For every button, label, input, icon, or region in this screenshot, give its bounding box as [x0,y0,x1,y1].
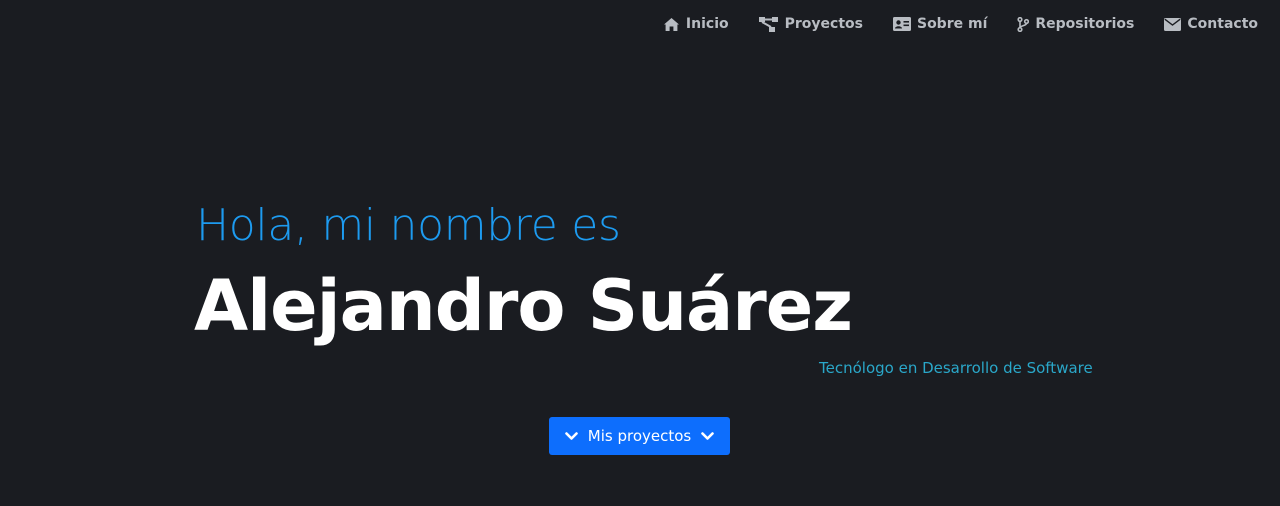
hero-subtitle: Tecnólogo en Desarrollo de Software [819,359,1093,377]
hero-greeting: Hola, mi nombre es [196,200,621,251]
nav-item-sobre-mi[interactable]: Sobre mí [892,16,988,32]
id-card-icon [892,17,911,31]
chevron-down-icon [564,431,578,441]
nav-item-label: Contacto [1187,16,1258,32]
nav-item-proyectos[interactable]: Proyectos [758,16,863,32]
nav-item-label: Inicio [685,16,729,32]
nav-item-repositorios[interactable]: Repositorios [1017,16,1134,32]
envelope-icon [1164,17,1182,31]
mis-proyectos-label: Mis proyectos [587,427,692,445]
mis-proyectos-button[interactable]: Mis proyectos [549,417,730,455]
code-branch-icon [1017,16,1030,32]
home-icon [663,17,680,32]
sitemap-icon [758,16,779,32]
nav-item-label: Repositorios [1035,16,1135,32]
top-navbar: Inicio Proyectos Sobre mí Repositorios C… [663,0,1258,48]
nav-item-label: Proyectos [784,16,863,32]
nav-item-label: Sobre mí [916,16,988,32]
hero-name: Alejandro Suárez [194,265,853,347]
nav-item-contacto[interactable]: Contacto [1164,16,1258,32]
nav-item-inicio[interactable]: Inicio [663,16,729,32]
chevron-down-icon [701,431,715,441]
